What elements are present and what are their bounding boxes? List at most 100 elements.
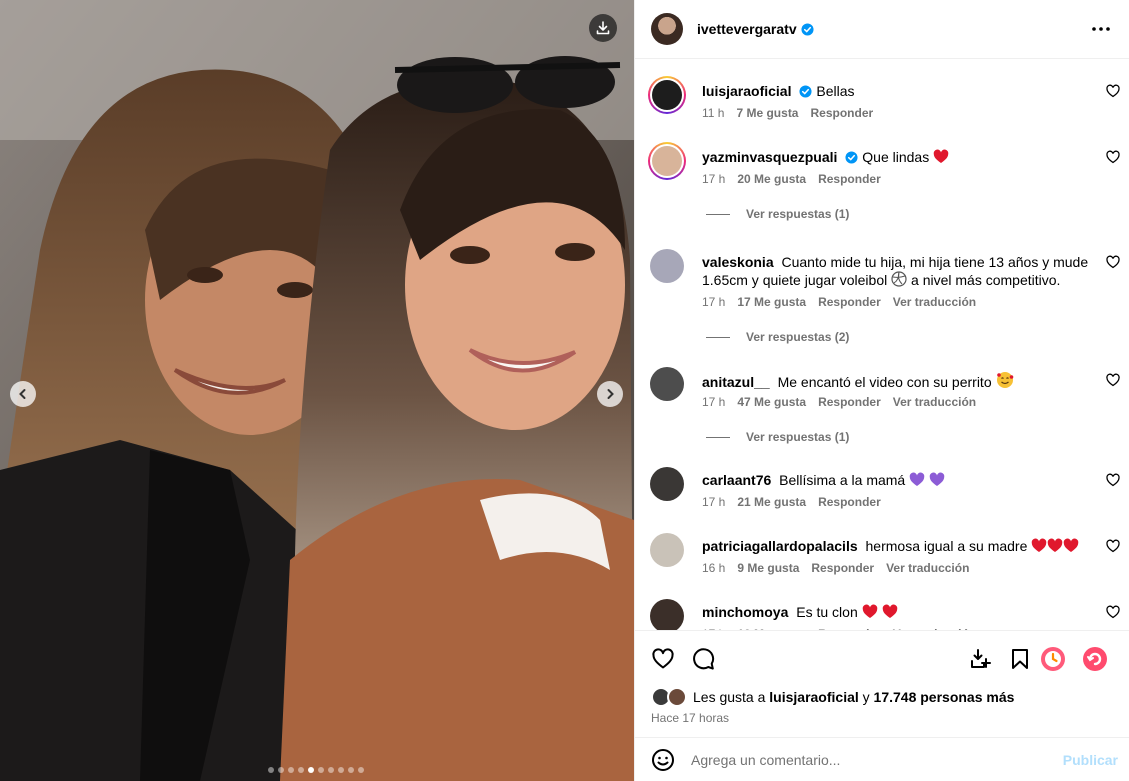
selfie-image [0, 0, 634, 781]
verified-badge-icon [799, 85, 813, 98]
extension-timer-icon[interactable] [1040, 646, 1066, 672]
comment-time[interactable]: 17 h [702, 395, 725, 409]
red-heart-icon [1063, 538, 1079, 552]
bookmark-icon[interactable] [1008, 647, 1032, 671]
comment-meta: 17 h 21 Me gusta Responder [702, 495, 881, 509]
comment-username[interactable]: carlaant76 [702, 472, 771, 488]
view-replies-button[interactable]: Ver respuestas (1) [706, 430, 849, 444]
post-photo [0, 0, 634, 781]
comment-like-heart-icon[interactable] [1106, 473, 1120, 487]
post-dialog: ivettevergaratv luisjaraoficial Bellas 1… [0, 0, 1129, 781]
comment-like-count[interactable]: 7 Me gusta [736, 106, 798, 120]
emoji-picker-icon[interactable] [651, 748, 675, 772]
comment-username[interactable]: minchomoya [702, 604, 788, 620]
comment-body: minchomoya Es tu clon [702, 603, 1094, 621]
view-replies-button[interactable]: Ver respuestas (2) [706, 330, 849, 344]
red-heart-icon [862, 604, 877, 618]
ellipsis-icon [1092, 27, 1110, 31]
post-timestamp[interactable]: Hace 17 horas [651, 711, 729, 725]
chevron-left-icon [19, 389, 26, 399]
comment-like-heart-icon[interactable] [1106, 255, 1120, 269]
like-heart-icon[interactable] [651, 647, 675, 671]
reply-button[interactable]: Responder [810, 106, 873, 120]
likes-and: y [862, 689, 870, 705]
commenter-avatar[interactable] [648, 76, 686, 114]
comment-meta: 17 h 47 Me gusta Responder Ver traducción [702, 395, 976, 409]
view-replies-label: Ver respuestas (1) [746, 207, 850, 221]
extension-refresh-icon[interactable] [1082, 646, 1108, 672]
reply-button[interactable]: Responder [818, 395, 881, 409]
download-button[interactable] [589, 14, 617, 42]
comment-text-continued: a nivel más competitivo. [911, 272, 1061, 288]
comment-body: yazminvasquezpuali Que lindas [702, 148, 1094, 166]
carousel-dot [338, 767, 344, 773]
publish-button[interactable]: Publicar [1063, 752, 1118, 768]
comment-like-count[interactable]: 20 Me gusta [737, 172, 806, 186]
comment-like-count[interactable]: 47 Me gusta [737, 395, 806, 409]
reply-button[interactable]: Responder [818, 295, 881, 309]
translate-button[interactable]: Ver traducción [893, 295, 976, 309]
commenter-avatar[interactable] [650, 599, 684, 630]
likes-summary: Les gusta a luisjaraoficial y 17.748 per… [651, 687, 1014, 707]
reply-button[interactable]: Responder [811, 561, 874, 575]
comment-like-count[interactable]: 17 Me gusta [737, 295, 806, 309]
carousel-dot [278, 767, 284, 773]
comment-time[interactable]: 11 h [702, 106, 724, 120]
more-options-button[interactable] [1089, 17, 1113, 41]
commenter-avatar[interactable] [650, 467, 684, 501]
carousel-indicator [268, 767, 364, 773]
next-image-button[interactable] [597, 381, 623, 407]
commenter-avatar[interactable] [650, 533, 684, 567]
comment-like-heart-icon[interactable] [1106, 84, 1120, 98]
comment-username[interactable]: yazminvasquezpuali [702, 149, 837, 165]
comment-time[interactable]: 17 h [702, 172, 725, 186]
comment-like-count[interactable]: 9 Me gusta [737, 561, 799, 575]
comment-text: Es tu clon [796, 604, 858, 620]
comment-like-count[interactable]: 21 Me gusta [737, 495, 806, 509]
view-replies-button[interactable]: Ver respuestas (1) [706, 207, 849, 221]
comment-username[interactable]: valeskonia [702, 254, 774, 270]
red-heart-icon [1031, 538, 1047, 552]
comment-time[interactable]: 16 h [702, 561, 725, 575]
commenter-avatar[interactable] [648, 142, 686, 180]
save-download-icon[interactable] [969, 647, 993, 671]
comment-like-heart-icon[interactable] [1106, 150, 1120, 164]
comment-like-heart-icon[interactable] [1106, 605, 1120, 619]
add-comment-bar: Publicar [635, 737, 1129, 781]
view-replies-label: Ver respuestas (2) [746, 330, 850, 344]
comment-like-heart-icon[interactable] [1106, 373, 1120, 387]
comment-body: anitazul__ Me encantó el video con su pe… [702, 371, 1094, 391]
author-username[interactable]: ivettevergaratv [697, 21, 797, 37]
likes-count-link[interactable]: 17.748 personas más [874, 689, 1015, 705]
commenter-avatar[interactable] [650, 249, 684, 283]
reply-button[interactable]: Responder [818, 172, 881, 186]
likes-prefix: Les gusta a [693, 689, 766, 705]
comment-time[interactable]: 17 h [702, 495, 725, 509]
reply-button[interactable]: Responder [818, 495, 881, 509]
red-heart-icon [1047, 538, 1063, 552]
author-avatar[interactable] [651, 13, 683, 45]
comment-username[interactable]: patriciagallardopalacils [702, 538, 858, 554]
commenter-avatar[interactable] [650, 367, 684, 401]
post-header: ivettevergaratv [635, 0, 1129, 59]
comment-input[interactable] [691, 751, 1041, 768]
likes-user-link[interactable]: luisjaraoficial [769, 689, 858, 705]
translate-button[interactable]: Ver traducción [886, 561, 969, 575]
comment-like-heart-icon[interactable] [1106, 539, 1120, 553]
translate-button[interactable]: Ver traducción [893, 395, 976, 409]
verified-badge-icon [801, 22, 814, 36]
carousel-dot [298, 767, 304, 773]
comment-meta: 16 h 9 Me gusta Responder Ver traducción [702, 561, 969, 575]
previous-image-button[interactable] [10, 381, 36, 407]
comment-icon[interactable] [691, 647, 715, 671]
post-side-panel: ivettevergaratv luisjaraoficial Bellas 1… [634, 0, 1129, 781]
view-replies-label: Ver respuestas (1) [746, 430, 850, 444]
smiling-face-with-hearts-icon [996, 372, 1013, 388]
comment-username[interactable]: anitazul__ [702, 374, 770, 390]
comment-body: valeskonia Cuanto mide tu hija, mi hija … [702, 253, 1094, 289]
comment-body: patriciagallardopalacils hermosa igual a… [702, 537, 1094, 555]
purple-heart-icon [909, 472, 925, 486]
comment-username[interactable]: luisjaraoficial [702, 83, 791, 99]
comment-meta: 17 h 20 Me gusta Responder [702, 172, 881, 186]
comment-time[interactable]: 17 h [702, 295, 725, 309]
